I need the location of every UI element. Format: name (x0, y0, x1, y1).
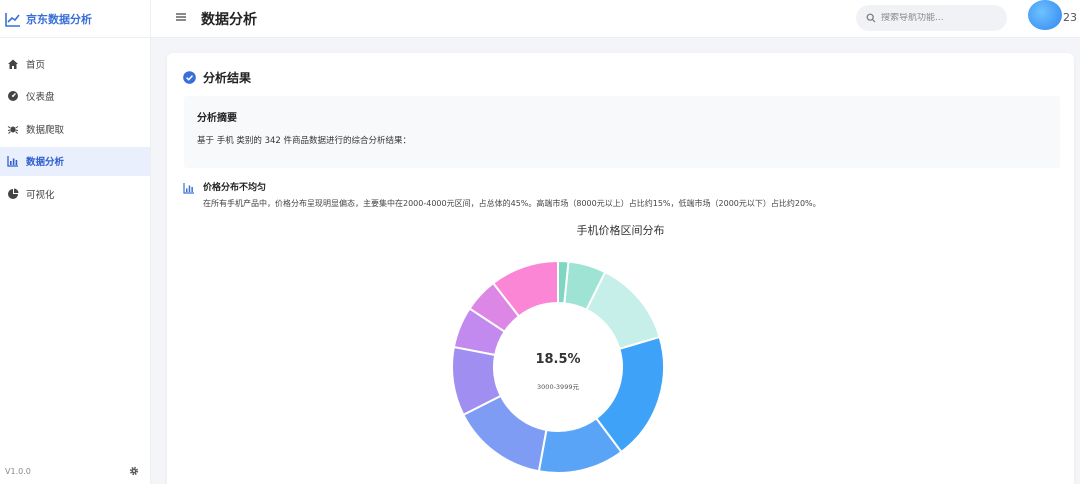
search-input[interactable] (881, 13, 996, 23)
brand[interactable]: 京东数据分析 (0, 0, 150, 38)
menu-toggle-icon[interactable] (175, 11, 187, 23)
sidebar-item-label: 数据分析 (26, 157, 65, 168)
pie-chart-icon (6, 187, 19, 200)
avatar[interactable] (1028, 0, 1062, 30)
trend-line-icon (5, 12, 20, 27)
sidebar-item-label: 首页 (26, 59, 46, 71)
sidebar-item-analysis[interactable]: 数据分析 (0, 146, 150, 176)
bar-chart-icon (6, 155, 19, 168)
version-label: V1.0.0 (5, 466, 31, 476)
spider-icon (6, 122, 19, 135)
top-header: 数据分析 23 (151, 0, 1080, 38)
price-distribution-donut-chart: 18.5% 3000-3999元 (451, 260, 665, 474)
sidebar-item-visualization[interactable]: 可视化 (0, 179, 150, 208)
search-box[interactable] (856, 5, 1007, 31)
gauge-icon (6, 90, 19, 103)
sidebar-item-label: 可视化 (26, 189, 55, 201)
sidebar-footer: V1.0.0 (0, 458, 151, 484)
sidebar-item-label: 数据爬取 (26, 124, 65, 136)
donut-center-label: 3000-3999元 (537, 383, 579, 391)
search-icon (866, 13, 876, 23)
user-label[interactable]: 23 (1063, 11, 1077, 24)
sidebar-item-home[interactable]: 首页 (0, 49, 150, 78)
gear-icon[interactable] (129, 466, 139, 476)
sidebar-item-crawl[interactable]: 数据爬取 (0, 114, 150, 143)
donut-center-value: 18.5% (535, 352, 580, 367)
home-icon (6, 57, 19, 70)
analysis-result-card: 分析结果 分析摘要 基于 手机 类别的 342 件商品数据进行的综合分析结果： … (167, 53, 1074, 484)
page-title: 数据分析 (201, 12, 257, 28)
sidebar-nav: 首页 仪表盘 数据爬取 数据分析 可视化 (0, 38, 150, 208)
sidebar-item-label: 仪表盘 (26, 92, 55, 103)
sidebar: 京东数据分析 首页 仪表盘 数据爬取 数据分析 可视化 V1.0.0 (0, 0, 151, 484)
brand-name: 京东数据分析 (26, 12, 92, 26)
sidebar-item-dashboard[interactable]: 仪表盘 (0, 82, 150, 111)
